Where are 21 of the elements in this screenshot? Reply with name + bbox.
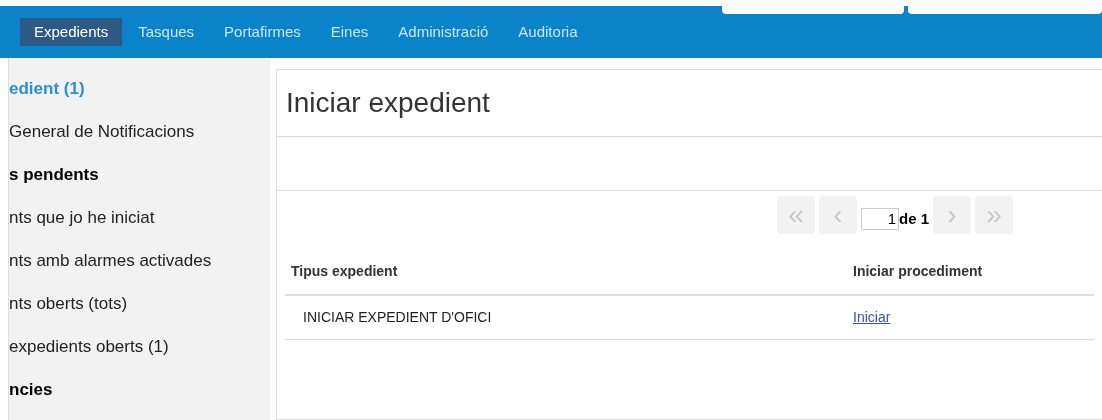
table-cell-text: INICIAR EXPEDIENT D'OFICI [302, 308, 493, 327]
nav-tab[interactable]: Expedients [20, 18, 123, 46]
sidebar-item[interactable]: edient (1) [9, 79, 85, 98]
column-header: Iniciar procediment [853, 261, 983, 281]
sidebar-item[interactable]: nts que jo he iniciat [9, 208, 155, 227]
page-field[interactable]: 1 [861, 208, 899, 230]
section-title: ncies [9, 380, 53, 399]
nav-tab[interactable]: Administració [384, 18, 503, 46]
sidebar-item[interactable]: General de Notificacions [9, 122, 195, 141]
nav-tab[interactable]: Tasques [124, 18, 209, 46]
sidebar-item[interactable]: nts amb alarmes activades [9, 251, 212, 270]
nav-tab[interactable]: Auditoria [504, 18, 592, 46]
nav-tab[interactable]: Portafirmes [210, 18, 315, 46]
section-title: s pendents [9, 165, 99, 184]
nav-tab[interactable]: Eines [316, 18, 383, 46]
sidebar-item[interactable]: nts oberts (tots) [9, 294, 128, 313]
sidebar-item[interactable]: expedients oberts (1) [9, 337, 169, 356]
page-title: Iniciar expedient [286, 86, 490, 120]
start-link[interactable]: Iniciar [853, 307, 891, 328]
page-count: de 1 [899, 208, 929, 229]
column-header: Tipus expedient [290, 261, 399, 281]
